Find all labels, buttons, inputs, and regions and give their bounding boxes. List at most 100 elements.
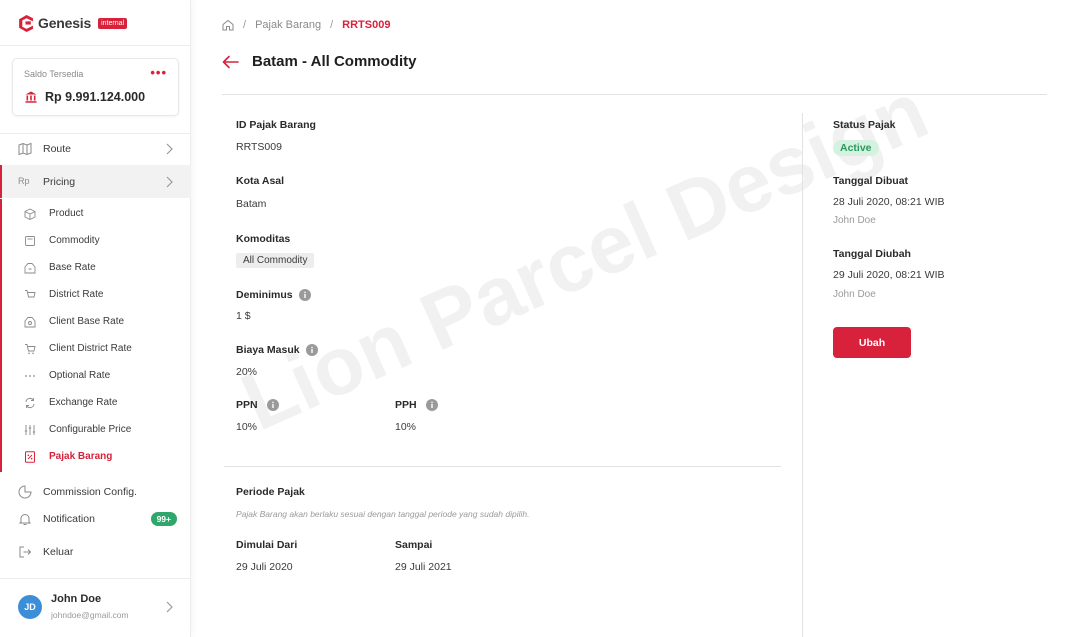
sidebar-item-product[interactable]: Product (0, 200, 191, 227)
tanggal-dibuat-label: Tanggal Dibuat (833, 175, 909, 187)
nav-item-notification[interactable]: Notification 99+ (0, 502, 191, 535)
sidebar-item-label: Exchange Rate (49, 397, 118, 408)
back-arrow-icon[interactable] (222, 55, 239, 69)
sampai-value: 29 Juli 2021 (395, 561, 452, 573)
kota-asal-value: Batam (236, 198, 267, 210)
breadcrumb: / Pajak Barang / RRTS009 (222, 17, 390, 33)
nav-label: Route (43, 142, 72, 155)
brand-badge: internal (98, 17, 128, 29)
nav-item-logout[interactable]: Keluar (0, 535, 191, 568)
sidebar-item-optional-rate[interactable]: Optional Rate (0, 362, 191, 389)
sidebar-item-base-rate[interactable]: Base Rate (0, 254, 191, 281)
pph-label: PPH (395, 399, 438, 411)
chevron-right-icon (166, 601, 173, 613)
sidebar-item-label: Commodity (49, 235, 100, 246)
biaya-masuk-label-text: Biaya Masuk (236, 344, 300, 356)
sidebar-item-pajak-barang[interactable]: Pajak Barang (0, 443, 191, 470)
sidebar-item-label: Client District Rate (49, 343, 132, 354)
ppn-label-text: PPN (236, 399, 258, 411)
status-badge: Active (833, 140, 879, 156)
sidebar-item-label: Product (49, 208, 84, 219)
divider (222, 94, 1047, 95)
sidebar-item-label: Pajak Barang (49, 451, 113, 462)
logout-icon (19, 546, 32, 557)
sidebar-item-exchange-rate[interactable]: Exchange Rate (0, 389, 191, 416)
tanggal-diubah-value: 29 Juli 2020, 08:21 WIB (833, 269, 945, 281)
pph-label-text: PPH (395, 399, 417, 411)
divider (224, 466, 781, 467)
info-icon[interactable] (425, 399, 438, 411)
sidebar-item-commodity[interactable]: Commodity (0, 227, 191, 254)
sidebar-item-label: Client Base Rate (49, 316, 125, 327)
tanggal-dibuat-value: 28 Juli 2020, 08:21 WIB (833, 196, 945, 208)
id-value: RRTS009 (236, 141, 282, 153)
divider (802, 113, 803, 637)
brand[interactable]: Genesis internal (17, 12, 128, 34)
chevron-right-icon (166, 176, 173, 187)
edit-button[interactable]: Ubah (833, 327, 911, 358)
biaya-masuk-label: Biaya Masuk (236, 344, 318, 356)
exchange-icon (25, 397, 35, 408)
dots-icon (25, 374, 35, 377)
sidebar-item-label: District Rate (49, 289, 104, 300)
status-label: Status Pajak (833, 119, 896, 131)
district-rate-icon (25, 289, 36, 300)
bank-icon (25, 91, 37, 103)
user-name: John Doe (51, 593, 102, 605)
user-email: johndoe@gmail.com (51, 610, 129, 620)
deminimus-value: 1 $ (236, 310, 251, 322)
box-icon (24, 207, 36, 220)
breadcrumb-separator: / (243, 19, 247, 31)
sidebar: Genesis internal Saldo Tersedia ••• Rp 9… (0, 0, 191, 637)
client-district-rate-icon (25, 343, 36, 354)
avatar: JD (18, 595, 42, 619)
page-header: Batam - All Commodity (222, 53, 416, 70)
deminimus-label: Deminimus (236, 289, 311, 301)
nav-label: Notification (43, 512, 95, 525)
deminimus-label-text: Deminimus (236, 289, 293, 301)
genesis-logo-icon (19, 14, 33, 32)
chevron-right-icon (166, 143, 173, 154)
sidebar-item-label: Optional Rate (49, 370, 111, 381)
breadcrumb-current: RRTS009 (342, 19, 391, 31)
commission-icon (18, 484, 32, 498)
pph-value: 10% (395, 421, 417, 433)
nav-item-pricing[interactable]: Rp Pricing (0, 165, 191, 198)
brand-name: Genesis (38, 15, 92, 31)
nav-item-route[interactable]: Route (0, 132, 191, 165)
breadcrumb-section[interactable]: Pajak Barang (255, 19, 321, 31)
balance-value: Rp 9.991.124.000 (45, 90, 146, 104)
more-icon[interactable]: ••• (150, 65, 167, 80)
periode-help-text: Pajak Barang akan berlaku sesuai dengan … (236, 509, 530, 519)
sidebar-item-client-district-rate[interactable]: Client District Rate (0, 335, 191, 362)
komoditas-label: Komoditas (236, 233, 291, 245)
info-icon[interactable] (266, 399, 279, 411)
base-rate-icon (24, 262, 36, 273)
page-title: Batam - All Commodity (252, 53, 417, 70)
client-base-rate-icon (24, 316, 36, 327)
nav-label: Pricing (43, 175, 76, 188)
dimulai-label: Dimulai Dari (236, 539, 298, 551)
updated-by: John Doe (833, 289, 876, 300)
sliders-icon (24, 424, 36, 435)
dimulai-value: 29 Juli 2020 (236, 561, 293, 573)
id-label: ID Pajak Barang (236, 119, 316, 131)
komoditas-chip: All Commodity (236, 253, 315, 268)
info-icon[interactable] (298, 289, 311, 301)
sampai-label: Sampai (395, 539, 433, 551)
user-profile[interactable]: JD John Doe johndoe@gmail.com (0, 578, 191, 637)
tax-icon (25, 450, 35, 463)
created-by: John Doe (833, 215, 876, 226)
nav-label: Commission Config. (43, 485, 137, 498)
balance-label: Saldo Tersedia (24, 69, 84, 79)
info-icon[interactable] (305, 344, 318, 356)
sidebar-item-client-base-rate[interactable]: Client Base Rate (0, 308, 191, 335)
sidebar-item-configurable-price[interactable]: Configurable Price (0, 416, 191, 443)
tanggal-diubah-label: Tanggal Diubah (833, 248, 911, 260)
home-icon[interactable] (222, 19, 234, 31)
sidebar-item-district-rate[interactable]: District Rate (0, 281, 191, 308)
periode-label: Periode Pajak (236, 486, 305, 498)
sidebar-item-label: Base Rate (49, 262, 96, 273)
commodity-icon (25, 235, 35, 246)
ppn-value: 10% (236, 421, 258, 433)
